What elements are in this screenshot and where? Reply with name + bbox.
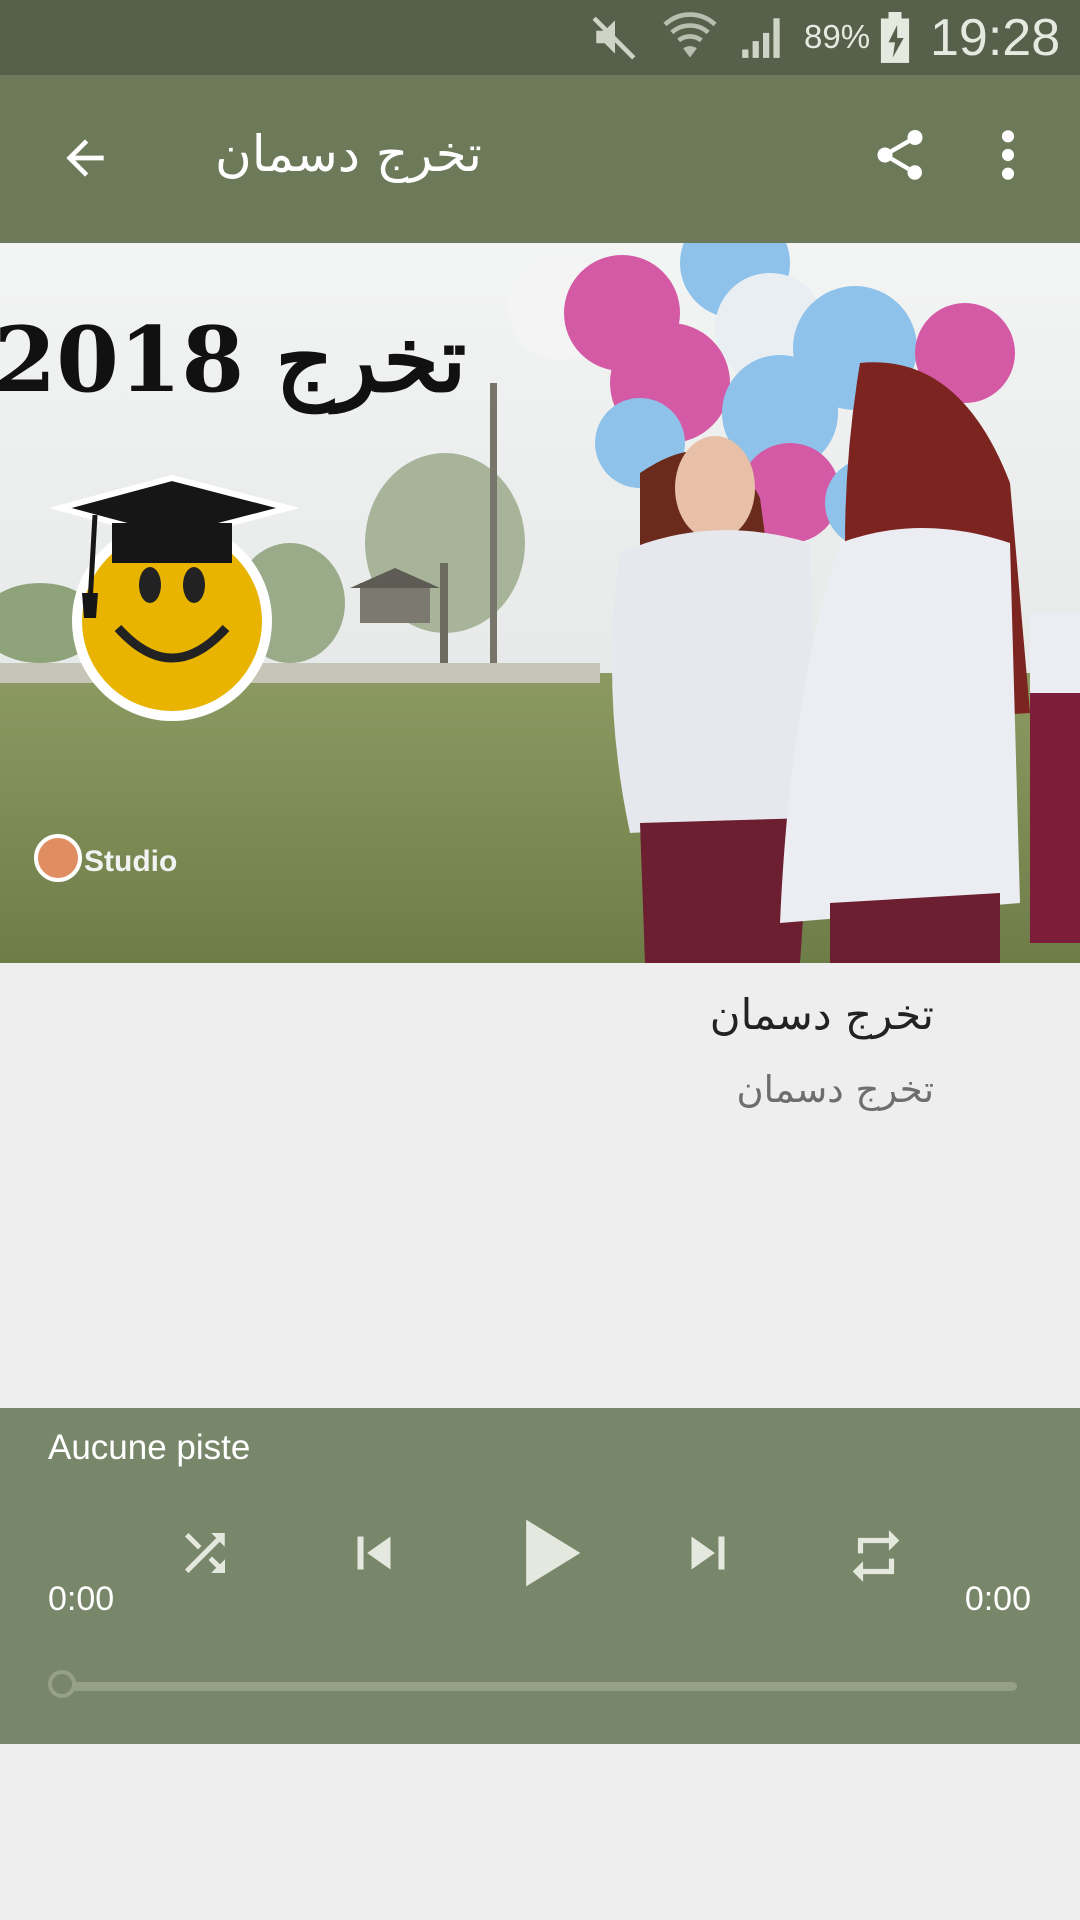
- total-duration: 0:00: [964, 1580, 1031, 1618]
- elapsed-time: 0:00: [48, 1580, 115, 1618]
- status-bar: 89% 19:28: [0, 0, 1080, 75]
- repeat-icon: [845, 1525, 907, 1591]
- more-vert-icon: [998, 127, 1018, 187]
- page-title: تخرج دسمان: [215, 125, 482, 183]
- player-status-text: Aucune piste: [48, 1428, 251, 1467]
- mute-icon: [590, 12, 640, 66]
- battery-charging-icon: [878, 12, 912, 68]
- back-button[interactable]: [40, 115, 130, 205]
- player-panel: Aucune piste 0:00 0:00: [0, 1408, 1080, 1744]
- track-subtitle: تخرج دسمان: [736, 1068, 934, 1111]
- skip-previous-icon: [341, 1520, 407, 1590]
- signal-icon: [738, 12, 788, 66]
- next-button[interactable]: [668, 1515, 748, 1595]
- status-clock: 19:28: [930, 9, 1061, 67]
- play-icon: [497, 1503, 597, 1607]
- album-cover: تخرج 2018 Studio: [0, 243, 1080, 963]
- skip-next-icon: [675, 1520, 741, 1590]
- cover-illustration: تخرج 2018 Studio: [0, 243, 1080, 963]
- seek-bar[interactable]: [48, 1670, 1017, 1698]
- share-button[interactable]: [858, 115, 942, 199]
- cover-watermark: Studio: [84, 845, 177, 878]
- previous-button[interactable]: [334, 1515, 414, 1595]
- seek-thumb[interactable]: [48, 1670, 76, 1698]
- shuffle-icon: [175, 1523, 235, 1587]
- track-title: تخرج دسمان: [709, 990, 934, 1039]
- repeat-button[interactable]: [836, 1518, 916, 1598]
- wifi-icon: [662, 12, 718, 66]
- shuffle-button[interactable]: [168, 1518, 242, 1592]
- back-arrow-icon: [57, 130, 113, 190]
- cover-overlay-text: تخرج 2018: [0, 307, 466, 415]
- battery-percent: 89%: [804, 18, 871, 55]
- play-button[interactable]: [495, 1503, 599, 1607]
- app-bar: تخرج دسمان: [0, 75, 1080, 243]
- share-icon: [870, 125, 930, 189]
- more-options-button[interactable]: [972, 115, 1044, 199]
